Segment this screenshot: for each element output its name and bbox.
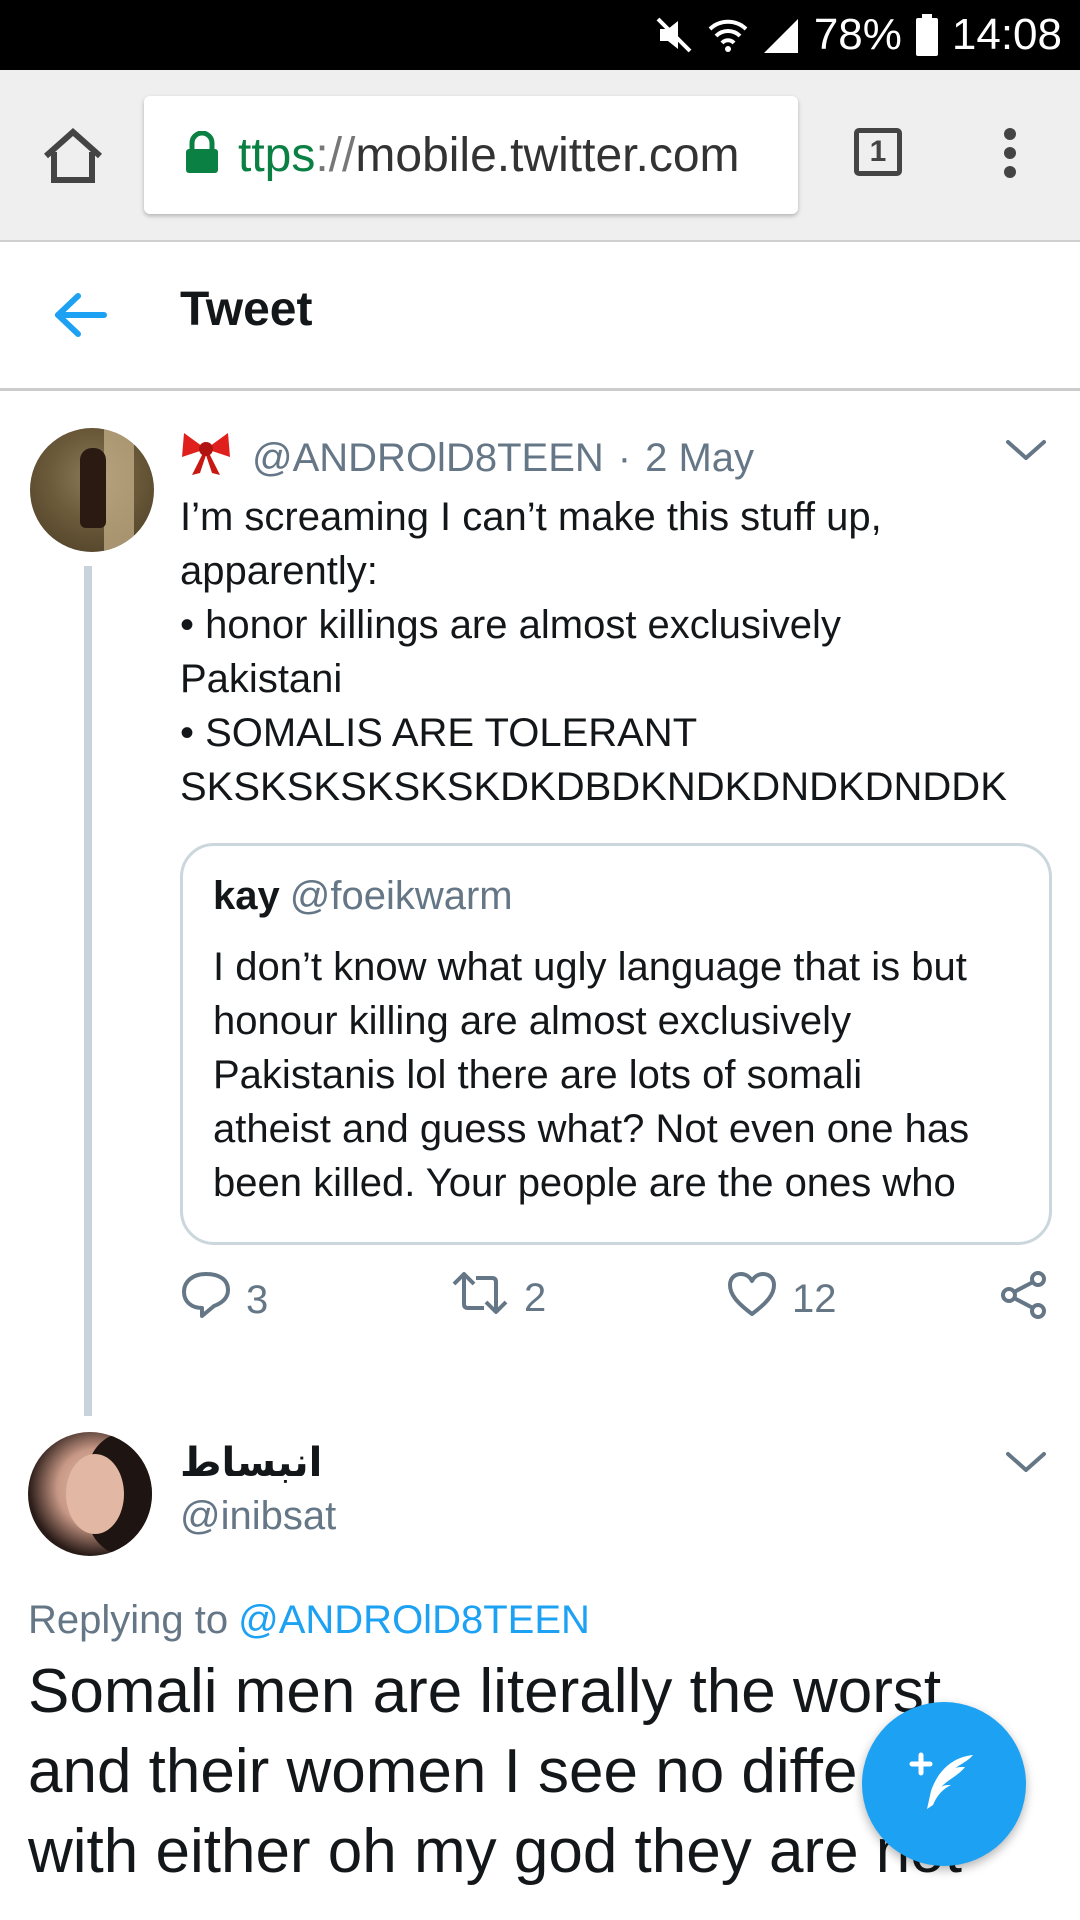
replying-to-label: Replying to bbox=[28, 1598, 229, 1642]
tweet-line: • honor killings are almost exclusively bbox=[180, 603, 841, 647]
quoted-tweet-header: kay @foeikwarm bbox=[213, 874, 513, 919]
tweet-actions: 3 2 12 bbox=[180, 1270, 1060, 1340]
avatar[interactable] bbox=[28, 1432, 152, 1556]
battery-level: 78% bbox=[813, 10, 902, 59]
status-bar: 78% 14:08 bbox=[0, 0, 1080, 70]
page-title: Tweet bbox=[180, 283, 313, 336]
retweet-count: 2 bbox=[524, 1275, 547, 1320]
like-count: 12 bbox=[792, 1276, 837, 1321]
retweet-button[interactable]: 2 bbox=[450, 1270, 546, 1326]
tweet-line: I’m screaming I can’t make this stuff up… bbox=[180, 495, 882, 539]
avatar[interactable] bbox=[30, 428, 154, 552]
battery-icon bbox=[915, 14, 938, 56]
wifi-icon bbox=[708, 15, 748, 55]
tweet-meta: @ANDROlD8TEEN · 2 May bbox=[180, 428, 754, 488]
retweet-icon bbox=[450, 1270, 510, 1326]
meta-separator: · bbox=[617, 435, 632, 480]
url-separator: :// bbox=[315, 128, 356, 182]
share-icon bbox=[998, 1270, 1050, 1330]
mute-icon bbox=[654, 15, 694, 55]
signal-icon bbox=[762, 15, 800, 55]
reply-author-name[interactable]: انبساط bbox=[180, 1440, 322, 1486]
reply-button[interactable]: 3 bbox=[180, 1270, 268, 1330]
bow-emoji-icon bbox=[180, 427, 232, 489]
page-header: Tweet bbox=[0, 242, 1080, 391]
clock: 14:08 bbox=[951, 10, 1062, 59]
replying-to: Replying to @ANDROlD8TEEN bbox=[28, 1598, 590, 1643]
chevron-down-icon[interactable] bbox=[1004, 1448, 1048, 1481]
like-button[interactable]: 12 bbox=[726, 1270, 837, 1328]
quoted-author-handle: @foeikwarm bbox=[289, 874, 513, 918]
quoted-line: honour killing are almost exclusively bbox=[213, 999, 852, 1043]
overflow-menu-icon[interactable] bbox=[1000, 128, 1020, 183]
browser-toolbar: ttps://mobile.twitter.com 1 bbox=[0, 70, 1080, 242]
lock-icon bbox=[184, 130, 220, 180]
quoted-line: been killed. Your people are the ones wh… bbox=[213, 1161, 956, 1205]
thread-connector bbox=[84, 566, 92, 1416]
url-host: mobile.twitter.com bbox=[355, 128, 740, 182]
quoted-tweet[interactable]: kay @foeikwarm I don’t know what ugly lan… bbox=[180, 843, 1052, 1245]
tweet-text: I’m screaming I can’t make this stuff up… bbox=[180, 490, 1040, 814]
replying-to-mention[interactable]: @ANDROlD8TEEN bbox=[238, 1598, 590, 1642]
tab-switcher-icon[interactable]: 1 bbox=[854, 128, 902, 176]
reply-count: 3 bbox=[246, 1277, 269, 1322]
home-icon[interactable] bbox=[38, 126, 108, 191]
tweet-line: • SOMALIS ARE TOLERANT bbox=[180, 711, 698, 755]
quoted-line: I don’t know what ugly language that is … bbox=[213, 945, 967, 989]
quoted-author-name: kay bbox=[213, 874, 280, 918]
heart-icon bbox=[726, 1270, 778, 1328]
url-scheme: ttps bbox=[238, 128, 316, 182]
tweet-line: Pakistani bbox=[180, 657, 343, 701]
share-button[interactable] bbox=[998, 1270, 1050, 1330]
back-arrow-icon[interactable] bbox=[52, 292, 108, 343]
tweet-line: SKSKSKSKSKSKDKDBDKNDKDNDKDNDDK bbox=[180, 765, 1007, 809]
reply-author-handle[interactable]: @inibsat bbox=[180, 1494, 336, 1539]
tweet-author-handle[interactable]: @ANDROlD8TEEN bbox=[252, 436, 604, 481]
quoted-tweet-text: I don’t know what ugly language that is … bbox=[213, 940, 1033, 1210]
reply-icon bbox=[180, 1270, 232, 1330]
tweet-date[interactable]: 2 May bbox=[645, 436, 754, 481]
quoted-line: atheist and guess what? Not even one has bbox=[213, 1107, 970, 1151]
tweet-line: apparently: bbox=[180, 549, 378, 593]
address-bar[interactable]: ttps://mobile.twitter.com bbox=[144, 96, 798, 214]
url-text: ttps://mobile.twitter.com bbox=[238, 128, 740, 183]
compose-quill-icon bbox=[907, 1745, 981, 1824]
quoted-line: Pakistanis lol there are lots of somali bbox=[213, 1053, 863, 1097]
compose-tweet-button[interactable] bbox=[862, 1702, 1026, 1866]
chevron-down-icon[interactable] bbox=[1004, 436, 1048, 469]
